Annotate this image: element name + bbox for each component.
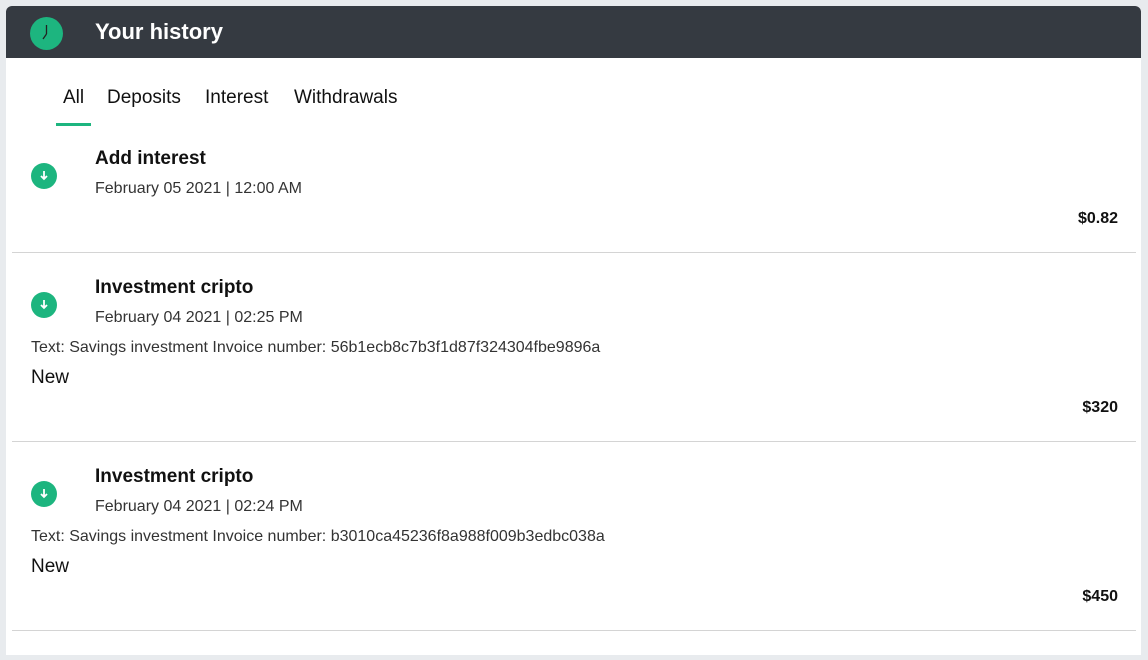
transaction-text: Text: Savings investment Invoice number:… (31, 528, 605, 545)
transaction-amount: $450 (1082, 588, 1118, 605)
transaction-amount: $0.82 (1077, 210, 1118, 227)
page-title: Your history (95, 19, 223, 44)
arrow-down-icon (31, 292, 57, 318)
clock-icon (30, 17, 63, 50)
history-card: Your history All Deposits Interest Withd… (6, 6, 1141, 655)
arrow-down-icon (31, 481, 57, 507)
transaction-date: February 04 2021 | 02:25 PM (95, 309, 303, 326)
transaction-title: Investment cripto (95, 277, 254, 298)
transaction-row[interactable]: Investment cripto February 04 2021 | 02:… (12, 253, 1136, 442)
tab-all[interactable]: All (55, 86, 92, 126)
transaction-title: Investment cripto (95, 466, 254, 487)
tab-bar: All Deposits Interest Withdrawals (6, 58, 1141, 126)
tab-deposits[interactable]: Deposits (107, 86, 181, 110)
tab-interest[interactable]: Interest (205, 86, 268, 110)
transaction-status: New (31, 556, 70, 577)
header: Your history (6, 6, 1141, 58)
transaction-row[interactable]: Add interest February 05 2021 | 12:00 AM… (12, 124, 1136, 253)
tab-withdrawals[interactable]: Withdrawals (294, 86, 397, 110)
transaction-status: New (31, 367, 70, 388)
transaction-row[interactable]: Investment cripto February 04 2021 | 02:… (12, 442, 1136, 631)
transaction-amount: $320 (1082, 399, 1118, 416)
transaction-date: February 05 2021 | 12:00 AM (95, 180, 302, 197)
transaction-date: February 04 2021 | 02:24 PM (95, 498, 303, 515)
transaction-text: Text: Savings investment Invoice number:… (31, 339, 601, 356)
transaction-title: Add interest (95, 148, 206, 169)
arrow-down-icon (31, 163, 57, 189)
